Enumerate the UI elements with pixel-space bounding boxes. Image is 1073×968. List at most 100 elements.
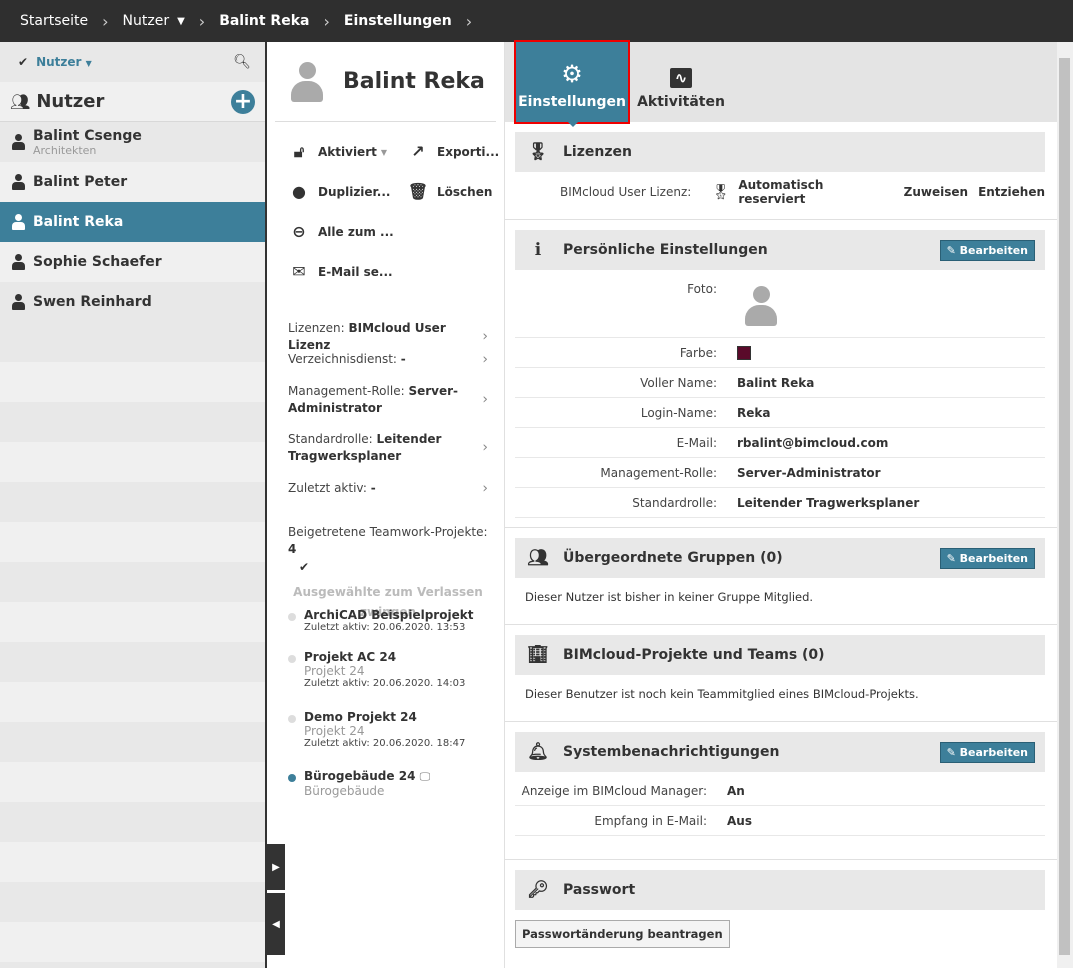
activated-label: Aktiviert <box>318 145 377 159</box>
duplicate-label: Duplizier... <box>318 184 391 199</box>
chevron-right-icon: › <box>482 439 488 456</box>
project-select-dot[interactable] <box>288 774 296 782</box>
filter-dropdown[interactable]: Nutzer ▼ <box>36 55 233 69</box>
user-list-item[interactable]: Sophie Schaefer <box>0 242 265 282</box>
user-icon <box>12 254 25 270</box>
project-list-item[interactable]: Projekt AC 24 Projekt 24 Zuletzt aktiv: 20… <box>288 650 498 689</box>
breadcrumb-startseite[interactable]: Startseite <box>20 13 88 29</box>
projects-empty-text: Dieser Benutzer ist noch kein Teammitgli… <box>525 687 919 701</box>
unlock-icon: 🔓︎ <box>293 142 305 161</box>
project-list-item[interactable]: Demo Projekt 24 Projekt 24 Zuletzt aktiv: … <box>288 710 498 749</box>
personal-settings-section: ℹ Persönliche Einstellungen ✎ Bearbeiten F… <box>515 230 1045 518</box>
delete-label: Löschen <box>437 184 493 199</box>
tab-bar: ⚙ Einstellungen ∿ Aktivitäten <box>505 40 1057 127</box>
user-icon <box>12 174 25 190</box>
field-label: Login-Name: <box>640 405 717 420</box>
field-label: Voller Name: <box>640 375 717 390</box>
section-header: 👥︎ Übergeordnete Gruppen (0) ✎ Bearbeiten <box>515 538 1045 578</box>
send-email-button[interactable]: ✉ E-Mail se... <box>288 262 393 281</box>
info-default-role[interactable]: Standardrolle: Leitender Tragwerksplaner… <box>288 431 488 465</box>
photo-label: Foto: <box>687 282 717 296</box>
info-value: - <box>400 352 406 366</box>
duplicate-icon: ● <box>292 182 306 201</box>
scrollbar-thumb[interactable] <box>1059 58 1070 955</box>
project-select-dot[interactable] <box>288 613 296 621</box>
info-label: Verzeichnisdienst: <box>288 352 401 366</box>
project-list-item[interactable]: ArchiCAD Beispielprojekt Zuletzt aktiv: 2… <box>288 608 498 633</box>
leave-icon: ⊖ <box>292 222 306 241</box>
edit-notifications-button[interactable]: ✎ Bearbeiten <box>939 741 1035 763</box>
chevron-right-icon: › <box>198 11 206 31</box>
edit-label: Bearbeiten <box>959 551 1028 565</box>
info-management-role[interactable]: Management-Rolle: Server-Administrator › <box>288 383 488 417</box>
tab-einstellungen[interactable]: ⚙ Einstellungen <box>514 40 630 127</box>
delete-button[interactable]: 🗑︎ Löschen <box>407 182 493 201</box>
project-name: Bürogebäude 24 <box>304 769 416 783</box>
color-label: Farbe: <box>679 345 717 360</box>
section-header: 🏢︎ BIMcloud-Projekte und Teams (0) <box>515 635 1045 675</box>
edit-groups-button[interactable]: ✎ Bearbeiten <box>939 547 1035 569</box>
assign-link[interactable]: Zuweisen <box>904 185 968 199</box>
info-value: - <box>370 481 376 495</box>
sidebar-header: 👥︎ Nutzer + <box>0 82 265 122</box>
section-title: Passwort <box>563 882 636 898</box>
joined-count: 4 <box>288 542 297 556</box>
chevron-right-icon: › <box>482 391 488 408</box>
section-title: Lizenzen <box>563 144 632 160</box>
photo-avatar[interactable] <box>745 286 777 326</box>
license-label: BIMcloud User Lizenz: <box>560 185 692 199</box>
key-icon: 🔑︎ <box>527 880 549 900</box>
chevron-right-icon: › <box>482 480 488 496</box>
breadcrumb-user[interactable]: Balint Reka <box>219 13 309 29</box>
request-password-change-button[interactable]: Passwortänderung beantragen <box>515 920 730 948</box>
user-item-name: Balint Csenge <box>33 127 142 144</box>
export-button[interactable]: ↗ Exporti... <box>407 142 499 161</box>
add-user-button[interactable]: + <box>231 89 255 114</box>
project-select-dot[interactable] <box>288 655 296 663</box>
expand-panel-handle[interactable]: ▶ <box>267 844 285 890</box>
project-list-item[interactable]: Bürogebäude 24 🖵 Bürogebäude <box>288 769 498 798</box>
info-last-active[interactable]: Zuletzt aktiv: - › <box>288 480 488 497</box>
breadcrumb-nutzer[interactable]: Nutzer <box>123 13 170 29</box>
users-icon: 👥︎ <box>527 548 549 568</box>
caret-down-icon[interactable]: ▼ <box>177 16 185 27</box>
breadcrumb-einstellungen[interactable]: Einstellungen <box>344 13 452 29</box>
sidebar-title: Nutzer <box>36 91 105 112</box>
user-item-name: Balint Reka <box>33 214 124 230</box>
section-title: Systembenachrichtigungen <box>563 744 780 760</box>
field-label: Empfang in E-Mail: <box>594 813 707 828</box>
tab-label: Aktivitäten <box>637 94 725 110</box>
tab-label: Einstellungen <box>518 94 626 110</box>
project-name: Projekt AC 24 <box>304 650 397 664</box>
activated-dropdown[interactable]: 🔓︎ Aktiviert ▼ <box>288 142 387 162</box>
duplicate-button[interactable]: ● Duplizier... <box>288 182 390 201</box>
revoke-link[interactable]: Entziehen <box>978 185 1045 199</box>
info-directory[interactable]: Verzeichnisdienst: - › <box>288 351 488 368</box>
user-list-item[interactable]: Balint Reka <box>0 202 265 242</box>
search-icon[interactable]: 🔍︎ <box>233 54 251 70</box>
activity-monitor-icon: ∿ <box>669 68 693 88</box>
project-select-dot[interactable] <box>288 715 296 723</box>
edit-personal-button[interactable]: ✎ Bearbeiten <box>939 239 1035 261</box>
field-value: Leitender Tragwerksplaner <box>737 495 920 510</box>
select-all-checkbox[interactable]: ✔ <box>299 560 309 574</box>
personal-field-row: Voller Name: Balint Reka <box>515 368 1045 398</box>
licenses-section: 🎖︎ Lizenzen BIMcloud User Lizenz: 🎖︎ Automa… <box>515 132 1045 212</box>
info-licenses[interactable]: Lizenzen: BIMcloud User Lizenz › <box>288 320 488 354</box>
scrollbar[interactable] <box>1057 42 1073 968</box>
user-list-item[interactable]: Swen Reinhard <box>0 282 265 322</box>
user-list-item[interactable]: Balint Csenge Architekten <box>0 122 265 162</box>
send-email-label: E-Mail se... <box>318 264 393 279</box>
notifications-section: 🔔︎ Systembenachrichtigungen ✎ Bearbeiten A… <box>515 732 1045 836</box>
user-list-item[interactable]: Balint Peter <box>0 162 265 202</box>
project-subtitle: Projekt 24 <box>304 724 365 738</box>
info-label: Standardrolle: <box>288 432 377 446</box>
password-section: 🔑︎ Passwort <box>515 870 1045 910</box>
force-leave-all-button[interactable]: ⊖ Alle zum ... <box>288 222 393 241</box>
award-icon: 🎖︎ <box>527 142 549 162</box>
collapse-panel-handle[interactable]: ◀ <box>267 893 285 955</box>
field-value: Server-Administrator <box>737 465 881 480</box>
joined-projects: Beigetretene Teamwork-Projekte: 4 <box>288 524 498 558</box>
field-value: rbalint@bimcloud.com <box>737 435 889 450</box>
tab-aktivitaeten[interactable]: ∿ Aktivitäten <box>628 42 734 122</box>
